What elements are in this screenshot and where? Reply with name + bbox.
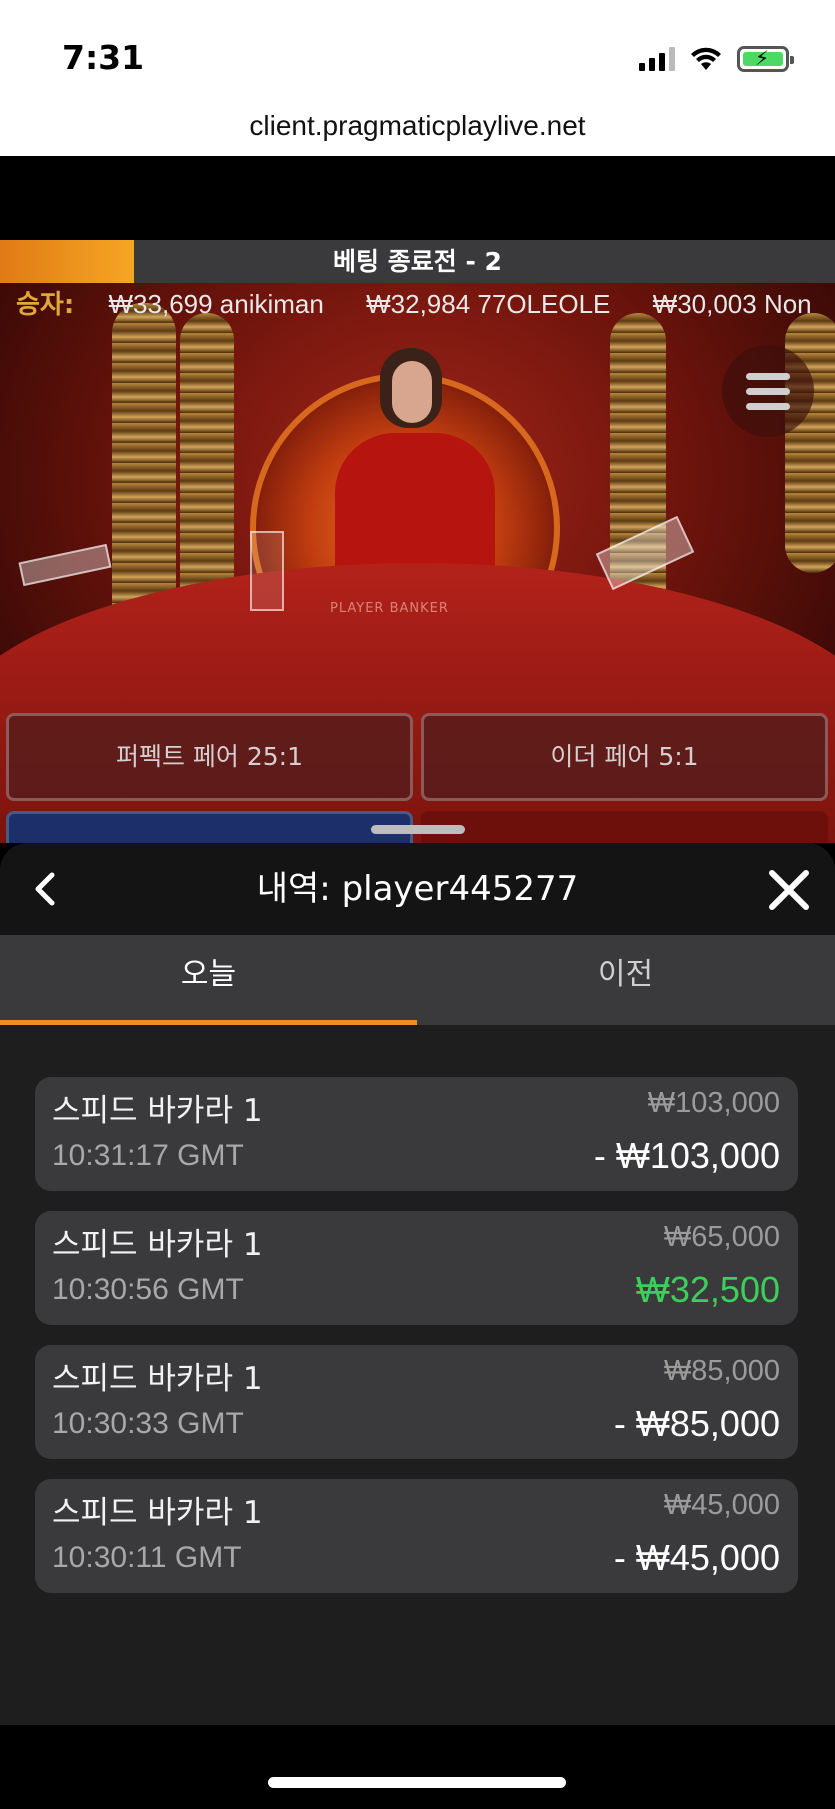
tab-today[interactable]: 오늘 — [0, 935, 417, 1025]
battery-charging-icon: ⚡ — [737, 46, 794, 72]
history-result-amount: - ₩85,000 — [613, 1403, 780, 1444]
countdown-text: 베팅 종료전 - 2 — [333, 247, 502, 276]
history-result-amount: - ₩45,000 — [613, 1537, 780, 1578]
tab-previous[interactable]: 이전 — [417, 935, 834, 1025]
history-row[interactable]: 스피드 바카라 1 10:30:33 GMT ₩85,000 - ₩85,000 — [35, 1345, 798, 1459]
hamburger-menu-icon[interactable] — [722, 345, 814, 437]
bet-spot-perfect-pair[interactable]: 퍼펙트 페어 25:1 — [6, 713, 413, 801]
discard-holder — [250, 531, 284, 611]
history-row[interactable]: 스피드 바카라 1 10:30:11 GMT ₩45,000 - ₩45,000 — [35, 1479, 798, 1593]
wifi-icon — [691, 47, 721, 70]
history-title: 내역: player445277 — [256, 869, 579, 909]
history-bet-amount: ₩45,000 — [663, 1489, 780, 1521]
betting-countdown-bar: 베팅 종료전 - 2 — [0, 240, 835, 283]
bottom-bar — [0, 1725, 835, 1809]
history-row[interactable]: 스피드 바카라 1 10:30:56 GMT ₩65,000 ₩32,500 — [35, 1211, 798, 1325]
status-time: 7:31 — [62, 38, 145, 77]
history-tabs: 오늘 이전 — [0, 935, 835, 1025]
winner-entry: ₩33,699 anikiman — [108, 289, 324, 319]
history-game-name: 스피드 바카라 1 — [52, 1093, 263, 1129]
tab-today-label: 오늘 — [180, 957, 237, 992]
history-bet-amount: ₩103,000 — [647, 1087, 780, 1119]
status-bar: 7:31 ⚡ — [0, 0, 835, 108]
history-game-name: 스피드 바카라 1 — [52, 1361, 263, 1397]
close-icon[interactable] — [766, 867, 812, 913]
history-header: 내역: player445277 — [0, 843, 835, 935]
history-time: 10:30:56 GMT — [52, 1273, 244, 1306]
live-dealer-video: PLAYER BANKER 승자: ₩33,699 anikiman ₩32,9… — [0, 283, 835, 843]
tab-previous-label: 이전 — [597, 957, 654, 992]
history-result-amount: - ₩103,000 — [593, 1135, 780, 1176]
decor-coil — [180, 313, 234, 613]
history-bet-amount: ₩85,000 — [663, 1355, 780, 1387]
list-fade — [0, 1623, 835, 1725]
table-label: PLAYER BANKER — [330, 601, 449, 616]
status-icons: ⚡ — [639, 46, 794, 72]
winners-label: 승자: — [16, 290, 75, 320]
history-time: 10:30:11 GMT — [52, 1541, 242, 1574]
winners-ticker: 승자: ₩33,699 anikiman ₩32,984 77OLEOLE ₩3… — [0, 283, 835, 325]
home-indicator[interactable] — [268, 1777, 566, 1788]
history-row[interactable]: 스피드 바카라 1 10:31:17 GMT ₩103,000 - ₩103,0… — [35, 1077, 798, 1191]
history-time: 10:31:17 GMT — [52, 1139, 244, 1172]
history-game-name: 스피드 바카라 1 — [52, 1495, 263, 1531]
browser-url[interactable]: client.pragmaticplaylive.net — [0, 108, 835, 156]
history-game-name: 스피드 바카라 1 — [52, 1227, 263, 1263]
bet-spot-banker[interactable] — [421, 811, 828, 843]
history-result-amount: ₩32,500 — [635, 1269, 780, 1310]
sheet-drag-handle[interactable] — [371, 825, 465, 834]
cellular-signal-icon — [639, 47, 675, 71]
bet-spot-player[interactable] — [6, 811, 413, 843]
history-sheet: 내역: player445277 오늘 이전 스피드 바카라 1 10:31:1… — [0, 843, 835, 1725]
active-tab-indicator — [0, 1020, 417, 1025]
bet-spot-either-pair[interactable]: 이더 페어 5:1 — [421, 713, 828, 801]
winner-entry: ₩30,003 Non — [652, 289, 812, 319]
history-list: 스피드 바카라 1 10:31:17 GMT ₩103,000 - ₩103,0… — [35, 1077, 798, 1613]
video-letterbox — [0, 156, 835, 240]
dealer-face — [392, 361, 432, 423]
card-tray — [18, 543, 112, 587]
history-time: 10:30:33 GMT — [52, 1407, 244, 1440]
winner-entry: ₩32,984 77OLEOLE — [366, 289, 611, 319]
history-bet-amount: ₩65,000 — [663, 1221, 780, 1253]
